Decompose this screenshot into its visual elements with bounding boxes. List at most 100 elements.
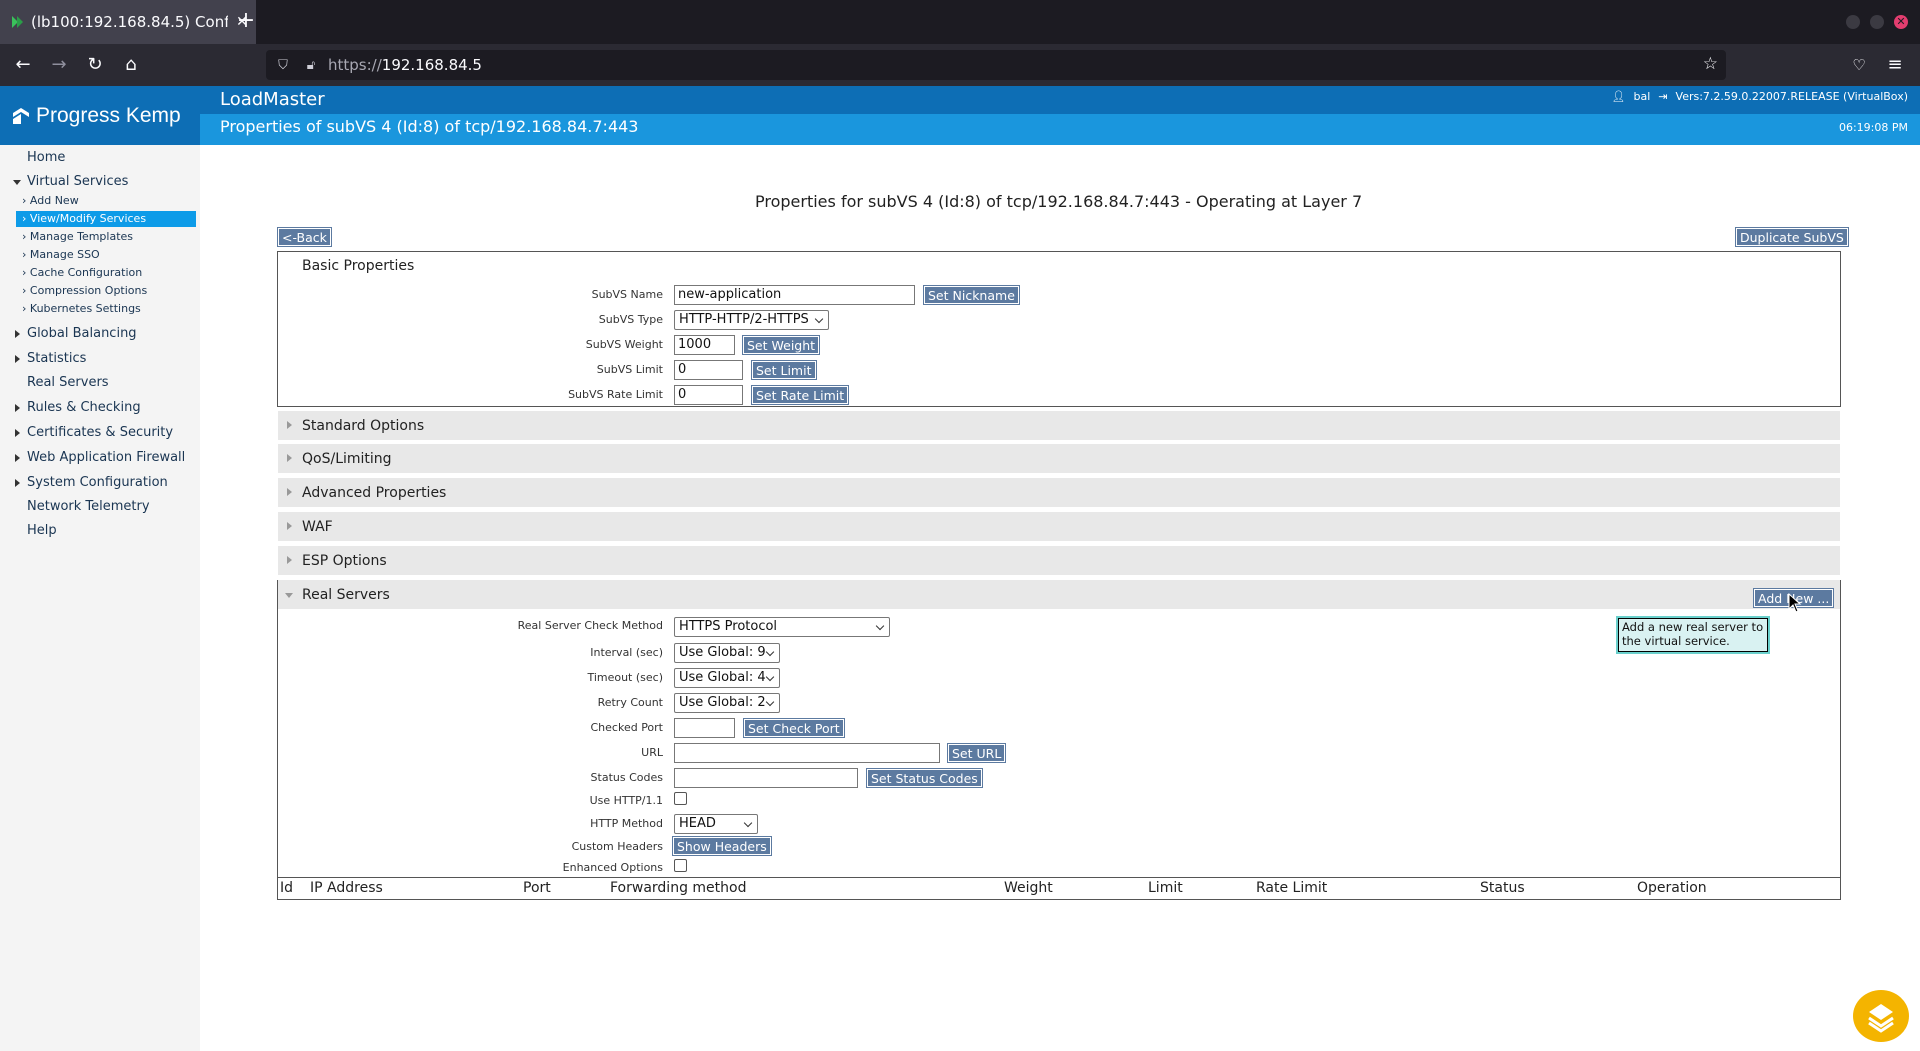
browser-tab-title: (lb100:192.168.84.5) Conf — [31, 13, 228, 31]
retry-count-select[interactable]: Use Global: 2 — [674, 693, 780, 713]
enhanced-options-checkbox[interactable] — [674, 859, 687, 872]
column-header-limit: Limit — [1148, 880, 1183, 896]
duplicate-subvs-button[interactable]: Duplicate SubVS — [1735, 227, 1849, 247]
menu-icon[interactable]: ≡ — [1882, 52, 1908, 78]
retry-count-label: Retry Count — [597, 696, 663, 709]
reload-icon[interactable]: ↻ — [82, 52, 108, 78]
set-url-button[interactable]: Set URL — [946, 743, 1007, 763]
help-assistant-icon[interactable] — [1853, 990, 1909, 1042]
interval-label: Interval (sec) — [590, 646, 663, 659]
set-limit-button[interactable]: Set Limit — [751, 360, 817, 380]
url-text: https://192.168.84.5 — [328, 56, 482, 74]
sidebar-subitem-kubernetes[interactable]: › Kubernetes Settings — [22, 302, 141, 315]
lock-icon[interactable]: 🔓︎ — [300, 58, 322, 73]
sidebar-item-waf[interactable]: Web Application Firewall — [14, 450, 185, 465]
sidebar-item-system[interactable]: System Configuration — [15, 475, 168, 490]
username[interactable]: bal — [1634, 90, 1651, 103]
use-http11-checkbox[interactable] — [674, 792, 687, 805]
sidebar-subitem-cache[interactable]: › Cache Configuration — [22, 266, 142, 279]
back-arrow-icon[interactable]: ← — [10, 52, 36, 78]
page-title: Properties for subVS 4 (Id:8) of tcp/192… — [755, 192, 1363, 211]
section-esp-options[interactable]: ESP Options — [278, 546, 1840, 576]
minimize-window-icon[interactable] — [1846, 15, 1860, 29]
mouse-cursor-icon — [1788, 593, 1802, 613]
section-advanced-properties[interactable]: Advanced Properties — [278, 478, 1840, 508]
section-standard-options[interactable]: Standard Options — [278, 411, 1840, 441]
subvs-weight-input[interactable]: 1000 — [674, 335, 735, 355]
set-rate-limit-button[interactable]: Set Rate Limit — [750, 385, 850, 405]
status-codes-input[interactable] — [674, 768, 858, 788]
sidebar-item-home[interactable]: Home — [27, 150, 65, 165]
sidebar-item-telemetry[interactable]: Network Telemetry — [27, 499, 150, 514]
sidebar-subitem-templates[interactable]: › Manage Templates — [22, 230, 133, 243]
sidebar-subitem-sso[interactable]: › Manage SSO — [22, 248, 100, 261]
expand-arrow-icon — [287, 522, 292, 530]
http-method-label: HTTP Method — [590, 817, 663, 830]
column-header-port: Port — [523, 880, 551, 896]
browser-tab-bar: (lb100:192.168.84.5) Conf ✕ + ✕ — [0, 0, 1920, 44]
home-icon[interactable]: ⌂ — [118, 52, 144, 78]
column-header-status: Status — [1480, 880, 1525, 896]
sidebar-item-certificates[interactable]: Certificates & Security — [14, 425, 173, 440]
clock: 06:19:08 PM — [1838, 121, 1908, 134]
expand-arrow-icon — [287, 556, 292, 564]
interval-select[interactable]: Use Global: 9 — [674, 643, 780, 663]
checked-port-label: Checked Port — [590, 721, 664, 734]
url-bar[interactable]: ⛉ 🔓︎ https://192.168.84.5 ☆ — [266, 50, 1726, 80]
subvs-name-input[interactable]: new-application — [674, 285, 915, 305]
sidebar-item-global-balancing[interactable]: Global Balancing — [15, 326, 137, 341]
column-header-weight: Weight — [1004, 880, 1053, 896]
sidebar-item-statistics[interactable]: Statistics — [14, 351, 86, 366]
basic-properties-panel — [277, 251, 1841, 407]
forward-arrow-icon[interactable]: → — [46, 52, 72, 78]
sidebar-item-virtual-services[interactable]: Virtual Services — [12, 174, 128, 189]
check-method-label: Real Server Check Method — [517, 619, 663, 632]
section-qos-limiting[interactable]: QoS/Limiting — [278, 444, 1840, 474]
add-new-tooltip: Add a new real server to the virtual ser… — [1616, 616, 1770, 654]
sidebar-subitem-compression[interactable]: › Compression Options — [22, 284, 147, 297]
http-method-select[interactable]: HEAD — [674, 814, 758, 834]
new-tab-icon[interactable]: + — [234, 10, 258, 34]
subvs-limit-input[interactable]: 0 — [674, 360, 743, 380]
subvs-rate-limit-label: SubVS Rate Limit — [568, 388, 663, 401]
kemp-logo[interactable]: Progress Kemp — [0, 86, 200, 145]
user-icon: 👤︎ — [1611, 90, 1626, 103]
timeout-label: Timeout (sec) — [587, 671, 663, 684]
use-http11-label: Use HTTP/1.1 — [589, 794, 663, 807]
set-check-port-button[interactable]: Set Check Port — [743, 718, 845, 738]
close-window-icon[interactable]: ✕ — [1894, 15, 1908, 29]
subvs-type-select[interactable]: HTTP-HTTP/2-HTTPS — [674, 310, 829, 330]
maximize-window-icon[interactable] — [1870, 15, 1884, 29]
sidebar-subitem-add-new[interactable]: › Add New — [22, 194, 79, 207]
timeout-select[interactable]: Use Global: 4 — [674, 668, 780, 688]
sidebar-item-real-servers[interactable]: Real Servers — [27, 375, 109, 390]
subvs-weight-label: SubVS Weight — [585, 338, 663, 351]
sidebar-subitem-view-modify[interactable]: › View/Modify Services — [16, 211, 196, 227]
show-headers-button[interactable]: Show Headers — [672, 836, 772, 856]
set-status-codes-button[interactable]: Set Status Codes — [866, 768, 983, 788]
checked-port-input[interactable] — [674, 718, 735, 738]
url-input[interactable] — [674, 743, 940, 763]
sidebar-item-help[interactable]: Help — [27, 523, 57, 538]
check-method-select[interactable]: HTTPS Protocol — [674, 617, 890, 637]
back-button[interactable]: <-Back — [277, 227, 332, 247]
url-label: URL — [641, 746, 663, 759]
column-header-ip: IP Address — [310, 880, 383, 896]
section-waf[interactable]: WAF — [278, 512, 1840, 542]
pocket-icon[interactable]: ♡ — [1846, 52, 1872, 78]
custom-headers-label: Custom Headers — [571, 840, 663, 853]
column-header-id: Id — [280, 880, 294, 896]
expand-arrow-icon — [287, 454, 292, 462]
subvs-name-label: SubVS Name — [591, 288, 663, 301]
browser-tab[interactable]: (lb100:192.168.84.5) Conf ✕ — [0, 0, 256, 44]
section-real-servers[interactable]: Real Servers — [278, 580, 1840, 610]
bookmark-star-icon[interactable]: ☆ — [1703, 54, 1718, 74]
column-header-forwarding: Forwarding method — [610, 880, 747, 896]
logout-icon[interactable]: ⇥ — [1658, 90, 1667, 103]
set-nickname-button[interactable]: Set Nickname — [923, 285, 1020, 305]
shield-icon[interactable]: ⛉ — [272, 58, 294, 73]
subvs-rate-limit-input[interactable]: 0 — [674, 385, 743, 405]
column-header-operation: Operation — [1637, 880, 1707, 896]
set-weight-button[interactable]: Set Weight — [741, 335, 821, 355]
sidebar-item-rules[interactable]: Rules & Checking — [15, 400, 141, 415]
